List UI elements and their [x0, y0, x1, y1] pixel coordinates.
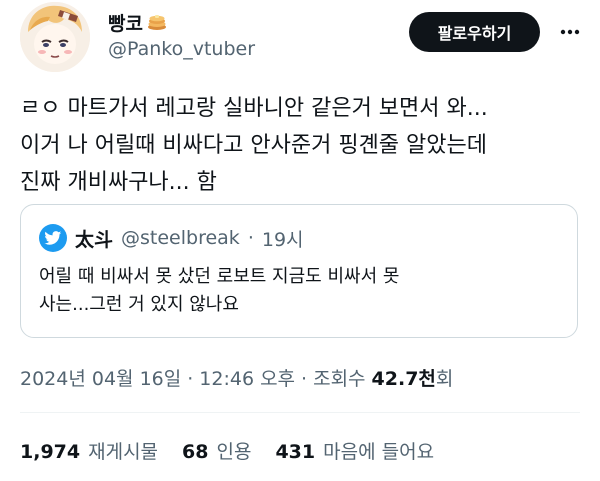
tweet-text: ㄹㅇ 마트가서 레고랑 실바니안 같은거 보면서 와... 이거 나 어릴때 비… [20, 96, 488, 195]
quoted-timestamp[interactable]: 19시 [262, 225, 304, 252]
quotes-count: 68 [182, 441, 209, 463]
avatar-illustration [20, 2, 90, 72]
views-group[interactable]: 42.7천 회 [372, 364, 454, 391]
divider [20, 412, 580, 413]
pancake-icon [147, 13, 167, 31]
more-options-icon[interactable] [558, 22, 582, 42]
quotes-stat[interactable]: 68 인용 [182, 437, 251, 464]
likes-stat[interactable]: 431 마음에 들어요 [275, 437, 434, 464]
retweets-count: 1,974 [20, 441, 81, 463]
views-count: 42.7천 [371, 368, 436, 390]
likes-label: 마음에 들어요 [323, 441, 435, 463]
quoted-tweet-header: 太斗 @steelbreak · 19시 [39, 223, 304, 253]
retweets-label: 재게시물 [88, 441, 159, 463]
author-info: 빵코 @Panko_vtuber [108, 9, 255, 61]
quoted-author-name[interactable]: 太斗 [75, 225, 113, 252]
display-name[interactable]: 빵코 [108, 9, 143, 36]
quoted-tweet-text: 어릴 때 비싸서 못 샀던 로보트 지금도 비싸서 못 사는...그런 거 있지… [39, 266, 400, 315]
display-name-row: 빵코 [108, 9, 255, 36]
tweet-page: 빵코 @Panko_vtuber 팔로우하기 ㄹㅇ 마트가서 레고랑 실바니안 … [0, 0, 600, 481]
engagement-stats: 1,974 재게시물 68 인용 431 마음에 들어요 [20, 437, 448, 464]
author-handle[interactable]: @Panko_vtuber [108, 38, 255, 60]
tweet-meta: 2024년 04월 16일 · 12:46 오후 · 조회수 42.7천 회 [20, 364, 453, 391]
quoted-separator: · [247, 227, 254, 249]
tweet-time[interactable]: 12:46 오후 [199, 364, 295, 391]
author-avatar[interactable] [20, 2, 90, 72]
bird-icon [44, 230, 62, 245]
meta-separator: · [301, 368, 308, 390]
quoted-author-avatar[interactable] [39, 224, 67, 252]
views-suffix: 회 [435, 368, 454, 390]
follow-button[interactable]: 팔로우하기 [409, 12, 540, 52]
tweet-date[interactable]: 2024년 04월 16일 [20, 364, 181, 391]
likes-count: 431 [275, 441, 316, 463]
views-label: 조회수 [313, 368, 366, 390]
quotes-label: 인용 [216, 441, 252, 463]
meta-separator: · [187, 368, 194, 390]
quoted-author-handle[interactable]: @steelbreak [121, 227, 240, 249]
retweets-stat[interactable]: 1,974 재게시물 [20, 437, 158, 464]
quoted-tweet-card[interactable]: 太斗 @steelbreak · 19시 어릴 때 비싸서 못 샀던 로보트 지… [20, 204, 578, 338]
